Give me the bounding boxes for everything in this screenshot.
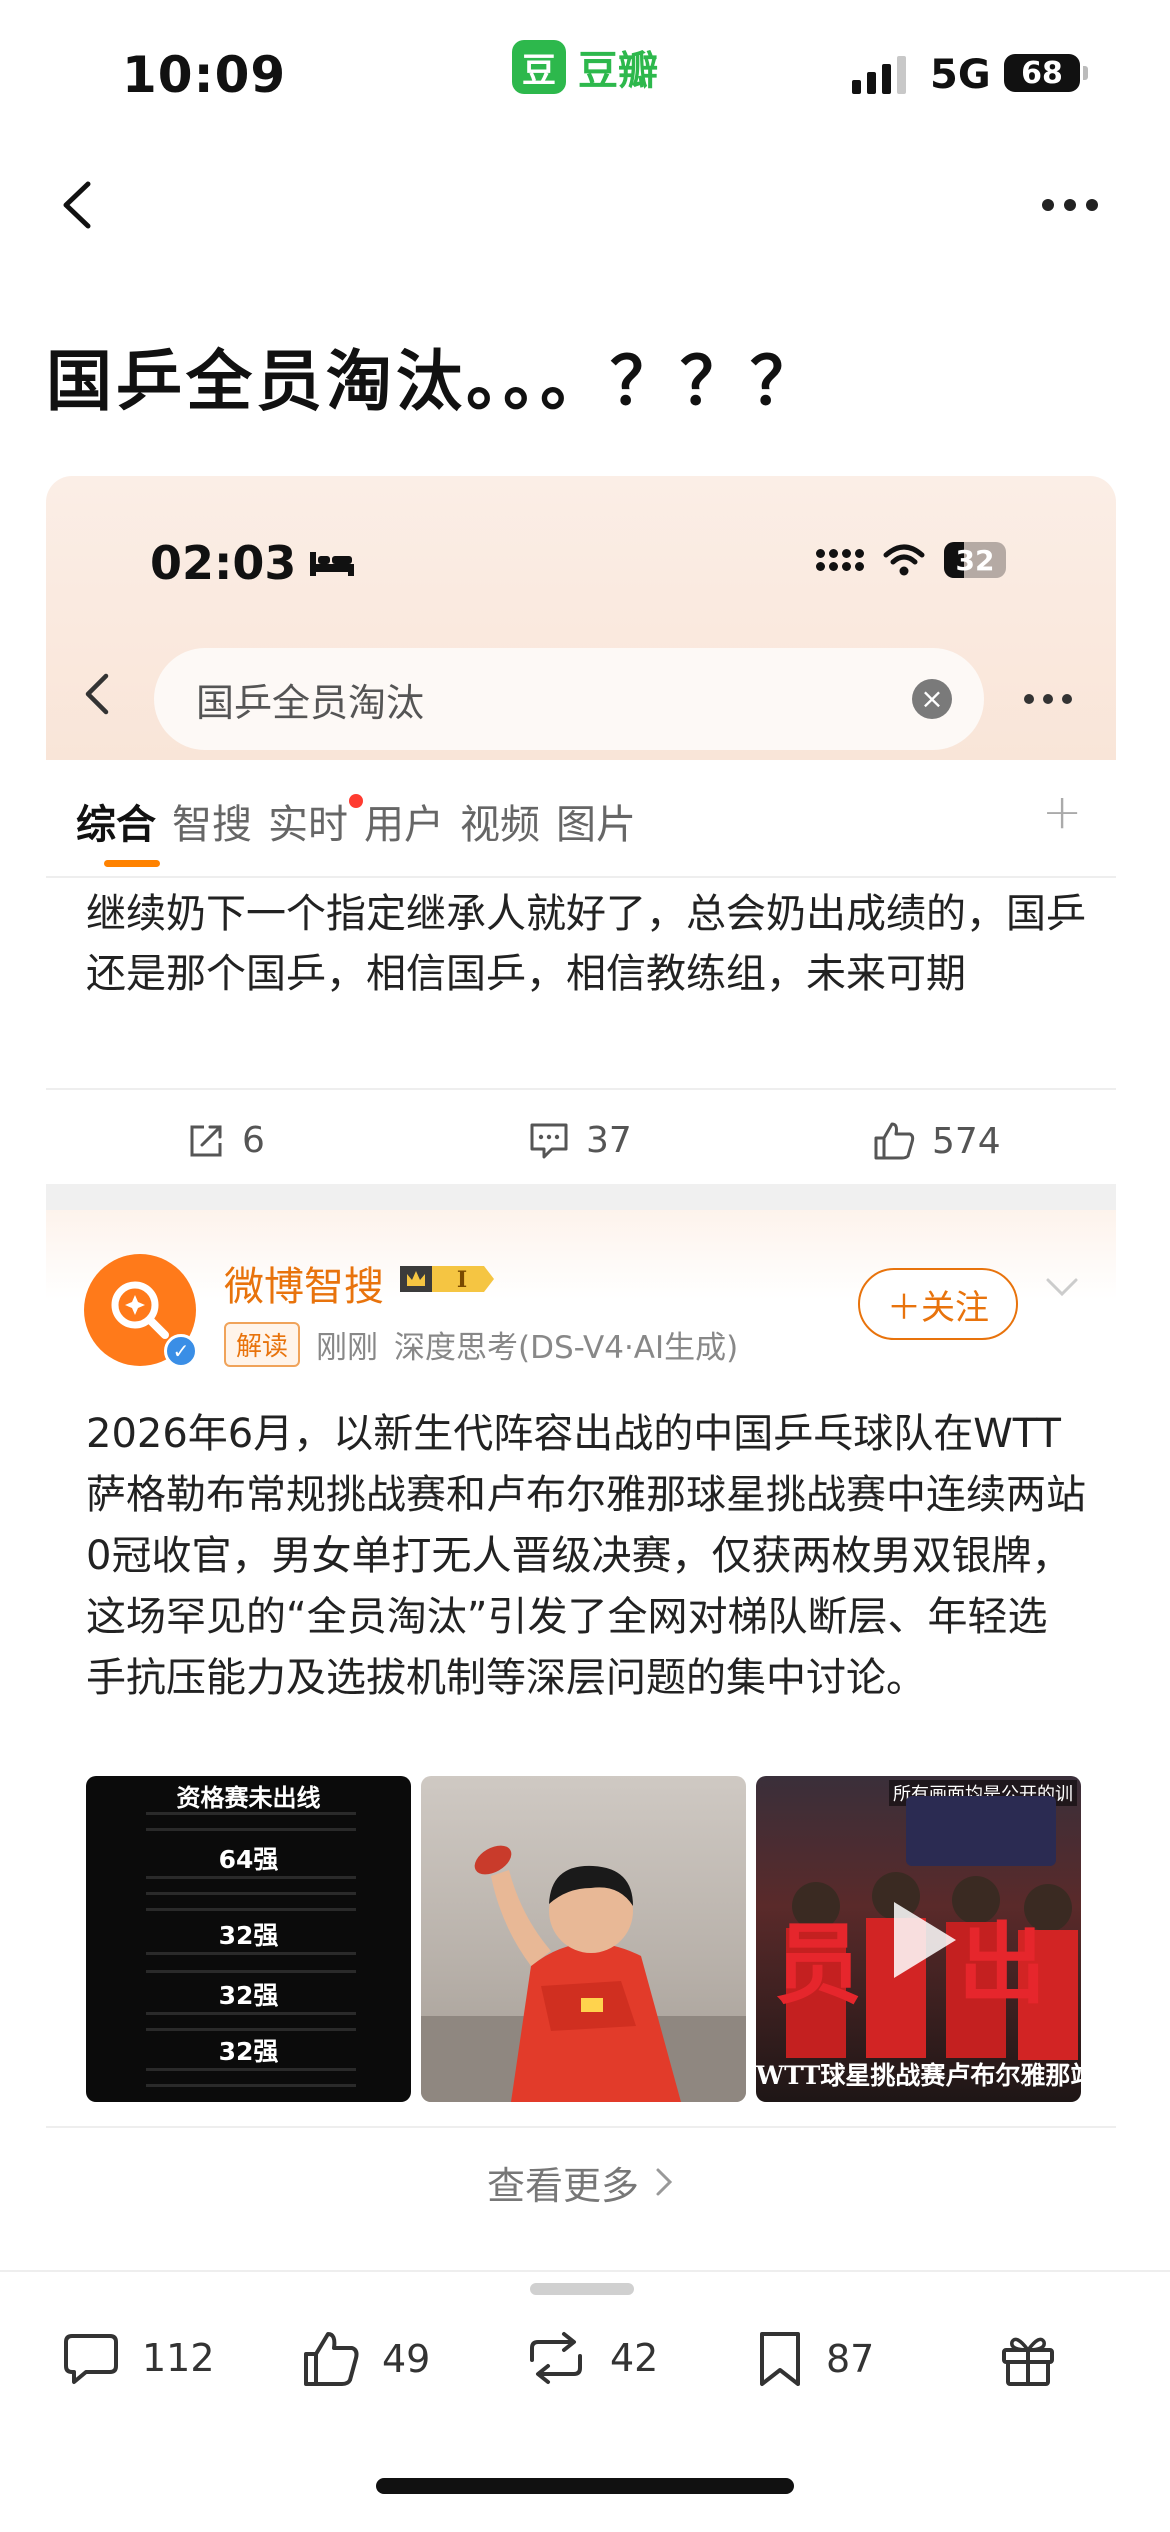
chevron-left-icon[interactable]	[50, 178, 104, 232]
embedded-screenshot: 02:03 32 国乒全员淘汰 × 综合 智搜 实时 用户 视频 图片 + 继续…	[46, 476, 1116, 2271]
thumbs-up-icon	[874, 1122, 915, 1160]
share-icon	[190, 1125, 222, 1156]
card-body-text: 2026年6月，以新生代阵容出战的中国乒乓球队在WTT萨格勒布常规挑战赛和卢布尔…	[86, 1411, 1086, 1701]
video-overlay-right: 出	[958, 1912, 1047, 2016]
section-divider	[46, 1184, 1116, 1210]
repost-icon	[530, 2332, 582, 2384]
ranking-stage: 32强	[218, 1981, 279, 2010]
see-more-link: 查看更多	[46, 2126, 1116, 2236]
follow-button: ＋关注	[858, 1268, 1018, 1340]
embedded-status-time: 02:03	[150, 536, 356, 590]
interpretation-tag: 解读	[224, 1322, 301, 1367]
sleep-bed-icon	[310, 552, 355, 576]
status-bar: 10:09 豆 豆瓣 5G 68	[0, 0, 1170, 150]
embedded-more-icon	[1024, 694, 1072, 704]
image-grid: 资格赛未出线 64强 32强 32强 32强 所有画面均是公开的训 员 出 WT…	[86, 1776, 1082, 2102]
previous-post-text: 继续奶下一个指定继承人就好了，总会奶出成绩的，国乒还是那个国乒，相信国乒，相信教…	[86, 891, 1086, 997]
play-icon	[894, 1902, 956, 1978]
tab-images: 图片	[556, 802, 636, 848]
tab-realtime: 实时	[268, 802, 348, 848]
tab-users: 用户	[364, 802, 444, 848]
post-meta: 解读 刚刚 深度思考(DS-V4·AI生成)	[224, 1322, 738, 1367]
player-illustration-icon	[421, 1845, 746, 2102]
clear-icon: ×	[912, 679, 952, 719]
gift-button[interactable]	[1000, 2330, 1056, 2388]
tab-videos: 视频	[460, 802, 540, 848]
thumbnail-player-photo	[421, 1776, 746, 2102]
previous-post-actions: 6 37 574	[46, 1088, 1116, 1184]
douban-logo-icon: 豆	[512, 40, 566, 94]
wifi-icon	[883, 544, 925, 576]
like-total: 49	[382, 2337, 431, 2381]
app-badge: 豆 豆瓣	[512, 38, 658, 96]
ranking-stage: 32强	[218, 2037, 279, 2066]
verified-badge-icon: ✓	[164, 1334, 198, 1368]
status-time: 10:09	[122, 46, 287, 104]
search-input: 国乒全员淘汰 ×	[154, 648, 984, 750]
video-bottom-caption: WTT球星挑战赛卢布尔雅那站	[756, 2061, 1081, 2090]
post-time: 刚刚	[316, 1330, 379, 1366]
dotted-signal-icon	[816, 549, 864, 571]
home-indicator	[376, 2478, 794, 2494]
comment-count: 37	[586, 1120, 632, 1161]
embedded-header: 02:03 32 国乒全员淘汰 ×	[46, 476, 1116, 760]
repost-button[interactable]: 42	[524, 2330, 658, 2386]
thumbnail-video: 所有画面均是公开的训 员 出 WTT球星挑战赛卢布尔雅那站	[756, 1776, 1081, 2102]
cellular-signal-icon	[852, 56, 906, 94]
ranking-heading: 资格赛未出线	[176, 1784, 321, 1812]
level-badge-icon: I	[400, 1266, 494, 1293]
network-type: 5G	[930, 52, 991, 98]
collect-total: 87	[826, 2337, 875, 2381]
bookmark-icon	[760, 2332, 800, 2386]
tab-smart-search: 智搜	[172, 802, 252, 848]
like-button[interactable]: 49	[302, 2330, 430, 2388]
repost-total: 42	[610, 2336, 659, 2380]
comment-total: 112	[142, 2336, 215, 2380]
battery-icon: 68	[1004, 54, 1088, 92]
collect-button[interactable]: 87	[756, 2330, 874, 2388]
embedded-time-text: 02:03	[150, 536, 297, 590]
active-tab-indicator	[104, 860, 160, 867]
chevron-down-icon	[1046, 1278, 1078, 1297]
like-count: 574	[932, 1120, 1001, 1162]
embedded-status-right: 32	[816, 542, 1006, 578]
search-query: 国乒全员淘汰	[196, 680, 425, 725]
new-dot-badge	[349, 794, 363, 808]
smart-search-card: ✓ 微博智搜 I 解读 刚刚 深度思考(DS-V4·AI生成) ＋关注 2026…	[46, 1210, 1116, 2270]
chevron-right-icon	[656, 2168, 673, 2196]
tab-comprehensive: 综合	[76, 802, 156, 848]
gift-icon	[1002, 2337, 1054, 2386]
share-action: 6	[186, 1120, 265, 1161]
embedded-battery-level: 32	[955, 543, 995, 577]
app-name: 豆瓣	[578, 48, 658, 94]
post-title: 国乒全员淘汰。。。？？？	[46, 343, 820, 420]
comment-action: 37	[528, 1120, 632, 1161]
level-badge-text: I	[457, 1267, 467, 1293]
like-action: 574	[872, 1120, 1001, 1162]
add-tab-icon: +	[1042, 784, 1083, 840]
more-dots-icon[interactable]	[1042, 190, 1112, 220]
author-name: 微博智搜	[224, 1264, 384, 1310]
smart-search-logo-icon	[111, 1281, 169, 1339]
ranking-stage: 32强	[218, 1921, 279, 1950]
battery-level: 68	[1021, 55, 1063, 91]
comment-bubble-icon	[64, 2334, 118, 2384]
comment-icon	[530, 1123, 568, 1158]
embedded-battery-icon: 32	[944, 542, 1006, 578]
embedded-back-icon	[85, 673, 109, 715]
ranking-stage: 64强	[218, 1845, 279, 1874]
share-count: 6	[242, 1120, 265, 1161]
see-more-label: 查看更多	[486, 2163, 639, 2208]
post-source: 深度思考(DS-V4·AI生成)	[394, 1330, 739, 1366]
sheet-grabber	[530, 2283, 634, 2295]
comment-button[interactable]: 112	[62, 2330, 215, 2386]
thumbs-up-icon	[304, 2332, 359, 2386]
video-overlay-left: 员	[774, 1912, 863, 2016]
thumbnail-ranking: 资格赛未出线 64强 32强 32强 32强	[86, 1776, 411, 2102]
nav-bar	[0, 150, 1170, 260]
search-tabs: 综合 智搜 实时 用户 视频 图片 +	[46, 760, 1116, 878]
